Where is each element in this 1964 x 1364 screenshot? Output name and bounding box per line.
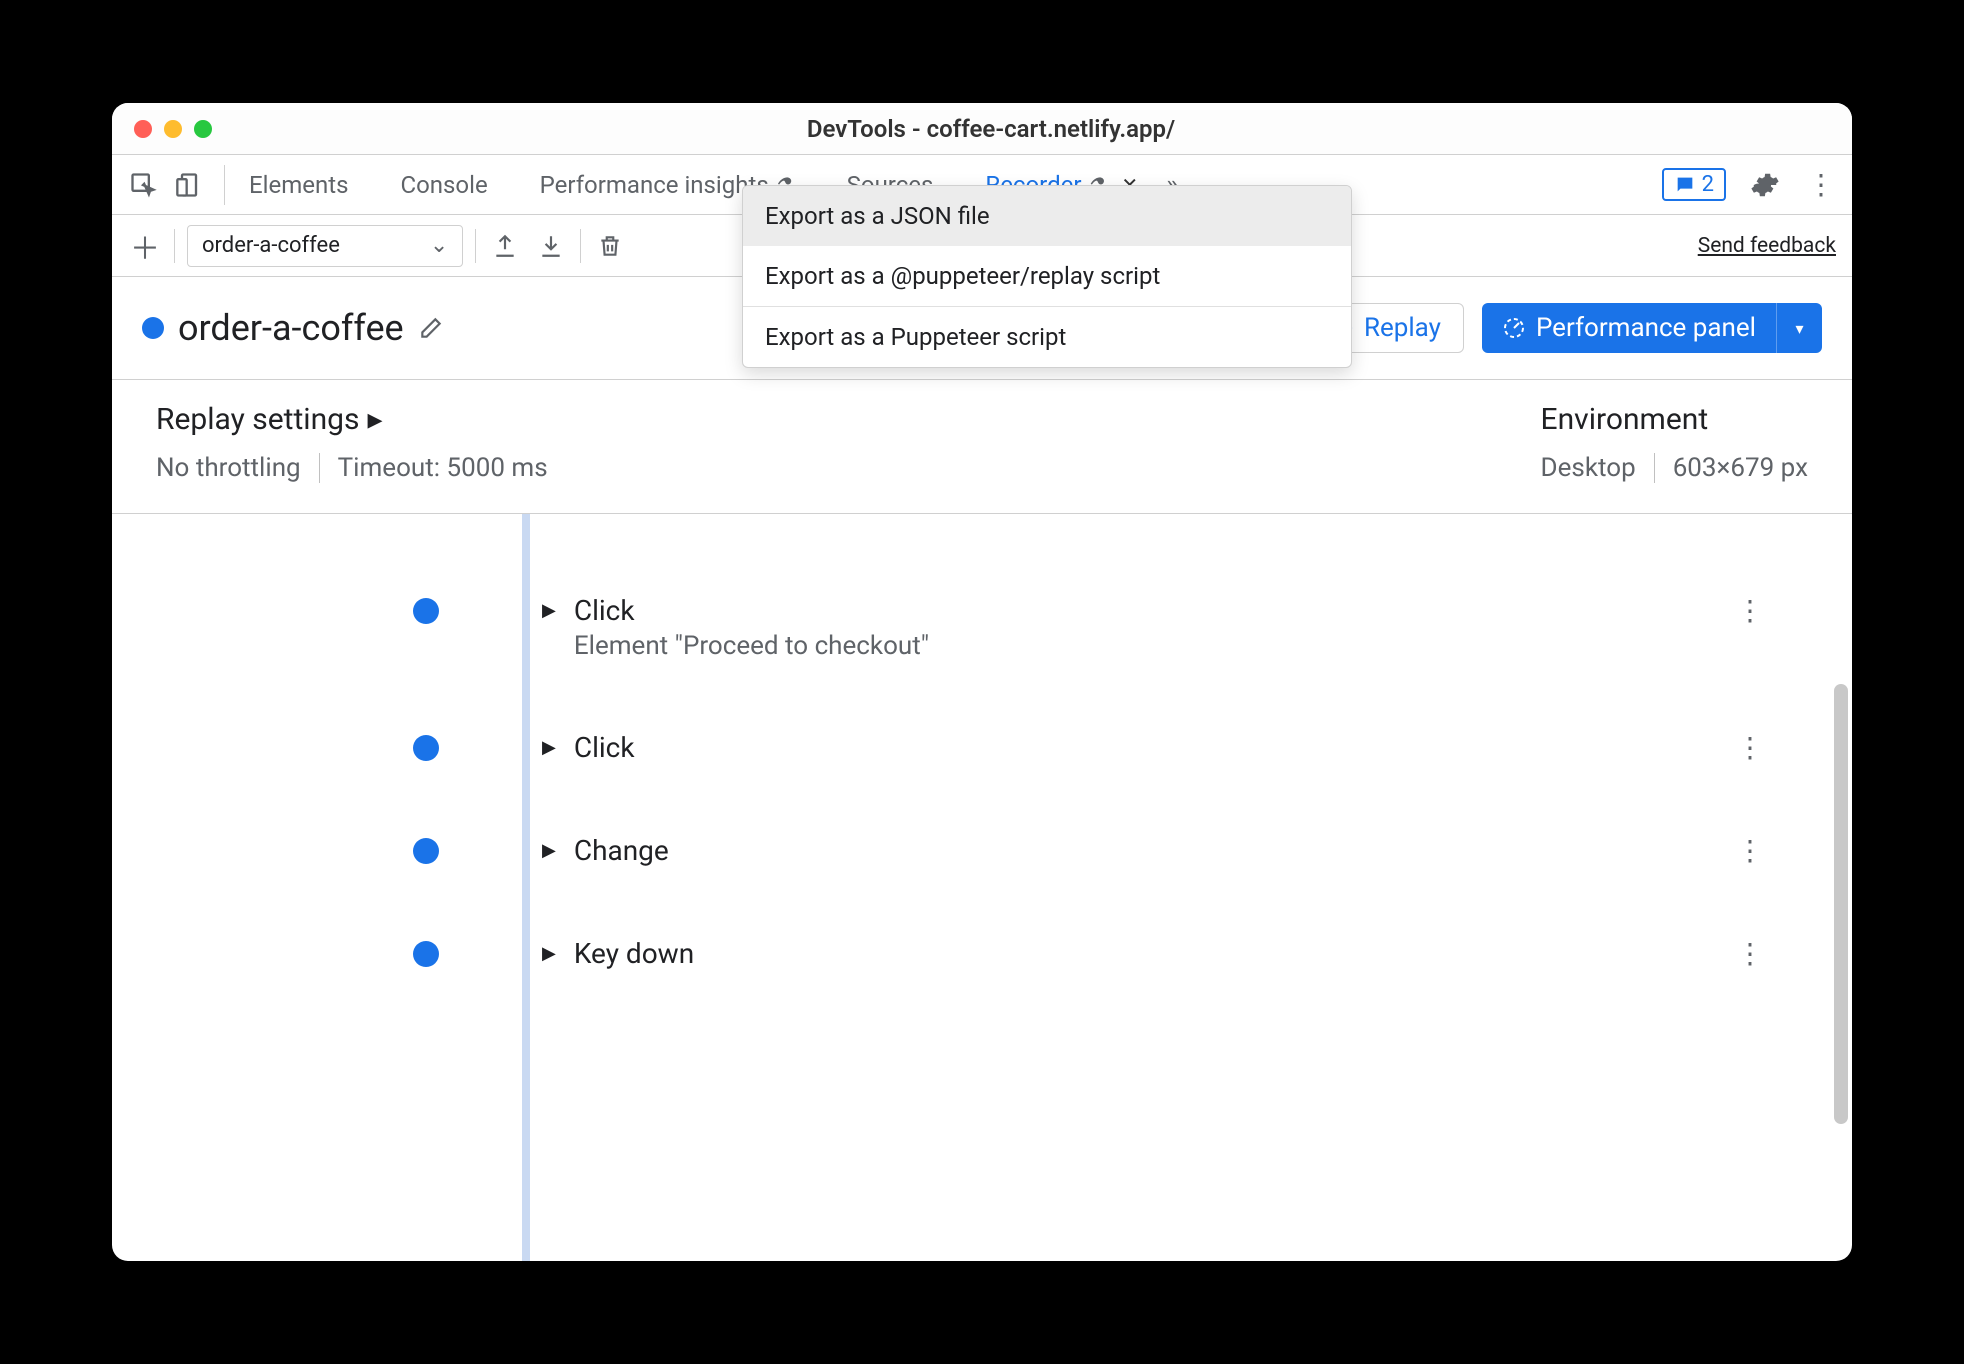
new-recording-button[interactable]: ＋ (128, 229, 162, 263)
tab-elements[interactable]: Elements (245, 155, 352, 214)
recording-title: order-a-coffee (178, 307, 404, 349)
replay-settings-block: Replay settings ▸ No throttling Timeout:… (156, 402, 548, 483)
step-dot-icon (413, 598, 439, 624)
status-dot-icon (142, 317, 164, 339)
caret-right-icon: ▶ (542, 840, 556, 861)
step-dot-icon (413, 941, 439, 967)
step-more-button[interactable]: ⋮ (1708, 834, 1792, 867)
delete-button[interactable] (593, 229, 627, 263)
titlebar: DevTools - coffee-cart.netlify.app/ (112, 103, 1852, 155)
kebab-menu-icon[interactable]: ⋮ (1804, 168, 1838, 202)
environment-heading: Environment (1541, 402, 1808, 437)
replay-settings-label: Replay settings (156, 402, 359, 437)
devtools-window: DevTools - coffee-cart.netlify.app/ Elem… (112, 103, 1852, 1261)
step-row[interactable]: ▶ Key down ⋮ (462, 937, 1792, 970)
separator (475, 229, 476, 263)
window-minimize-button[interactable] (164, 120, 182, 138)
recording-select[interactable]: order-a-coffee ⌄ (187, 225, 463, 267)
caret-right-icon: ▶ (542, 737, 556, 758)
separator (174, 229, 175, 263)
performance-panel-button[interactable]: Performance panel ▾ (1482, 303, 1822, 353)
window-maximize-button[interactable] (194, 120, 212, 138)
step-subtitle: Element "Proceed to checkout" (574, 631, 1690, 661)
performance-label: Performance panel (1536, 313, 1756, 343)
settings-row: Replay settings ▸ No throttling Timeout:… (112, 380, 1852, 514)
tabstrip-right-tools: 2 ⋮ (1662, 168, 1838, 202)
window-title: DevTools - coffee-cart.netlify.app/ (212, 115, 1770, 143)
environment-values: Desktop 603×679 px (1541, 453, 1808, 483)
caret-right-icon: ▸ (367, 402, 382, 437)
performance-dropdown-button[interactable]: ▾ (1776, 303, 1822, 353)
separator (319, 453, 320, 483)
caret-right-icon: ▶ (542, 943, 556, 964)
recording-select-value: order-a-coffee (202, 233, 340, 258)
environment-block: Environment Desktop 603×679 px (1541, 402, 1808, 483)
device-toolbar-icon[interactable] (172, 168, 206, 202)
separator (580, 229, 581, 263)
step-more-button[interactable]: ⋮ (1708, 731, 1792, 764)
header-actions: Replay Performance panel ▾ (1311, 303, 1822, 353)
edit-title-button[interactable] (418, 315, 444, 341)
scrollbar-thumb[interactable] (1834, 684, 1848, 1124)
separator (1654, 453, 1655, 483)
step-dot-icon (413, 735, 439, 761)
tab-console[interactable]: Console (396, 155, 491, 214)
tab-label: Elements (249, 171, 348, 199)
device-value: Desktop (1541, 453, 1636, 483)
caret-right-icon: ▶ (542, 600, 556, 621)
step-row[interactable]: ▶ Click ⋮ (462, 731, 1792, 764)
chevron-down-icon: ⌄ (430, 233, 448, 258)
viewport-value: 603×679 px (1673, 453, 1808, 483)
steps-timeline: ▶ Click Element "Proceed to checkout" ⋮ … (112, 514, 1852, 1261)
settings-gear-icon[interactable] (1748, 168, 1782, 202)
export-json-item[interactable]: Export as a JSON file (743, 186, 1351, 246)
step-row[interactable]: ▶ Change ⋮ (462, 834, 1792, 867)
traffic-lights (134, 120, 212, 138)
tab-label: Console (400, 171, 487, 199)
replay-settings-values: No throttling Timeout: 5000 ms (156, 453, 548, 483)
issues-badge[interactable]: 2 (1662, 168, 1726, 201)
export-menu: Export as a JSON file Export as a @puppe… (742, 185, 1352, 368)
step-title: Key down (574, 937, 1690, 970)
timeout-value: Timeout: 5000 ms (338, 453, 548, 483)
step-row[interactable]: ▶ Click Element "Proceed to checkout" ⋮ (462, 594, 1792, 661)
export-puppeteer-replay-item[interactable]: Export as a @puppeteer/replay script (743, 246, 1351, 306)
replay-settings-heading[interactable]: Replay settings ▸ (156, 402, 548, 437)
window-close-button[interactable] (134, 120, 152, 138)
export-button[interactable] (488, 229, 522, 263)
environment-label: Environment (1541, 402, 1709, 437)
step-title: Click (574, 731, 1690, 764)
step-dot-icon (413, 838, 439, 864)
send-feedback-link[interactable]: Send feedback (1698, 234, 1836, 258)
tab-label: Performance insights (540, 171, 769, 199)
step-title: Change (574, 834, 1690, 867)
step-title: Click (574, 594, 1690, 627)
step-more-button[interactable]: ⋮ (1708, 594, 1792, 627)
inspect-element-icon[interactable] (126, 168, 160, 202)
step-more-button[interactable]: ⋮ (1708, 937, 1792, 970)
replay-label: Replay (1364, 313, 1441, 343)
import-button[interactable] (534, 229, 568, 263)
throttling-value: No throttling (156, 453, 301, 483)
tabstrip-left-tools (126, 165, 225, 205)
issues-count: 2 (1702, 172, 1714, 197)
export-puppeteer-item[interactable]: Export as a Puppeteer script (743, 307, 1351, 367)
